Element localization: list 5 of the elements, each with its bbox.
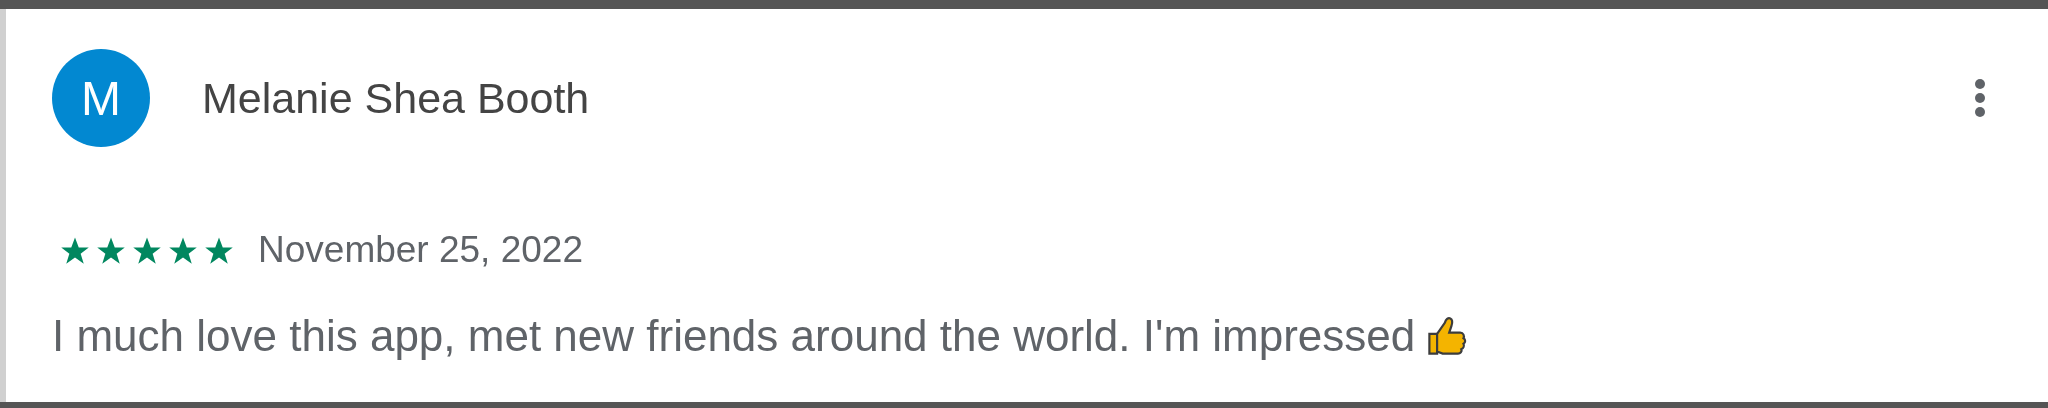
author-name: Melanie Shea Booth — [202, 73, 591, 123]
more-options-icon[interactable] — [1974, 78, 1986, 118]
review-date: November 25, 2022 — [258, 229, 583, 271]
review-text: I much love this app, met new friends around the world. I'm impressed — [52, 311, 1416, 361]
avatar-letter: M — [81, 70, 121, 126]
